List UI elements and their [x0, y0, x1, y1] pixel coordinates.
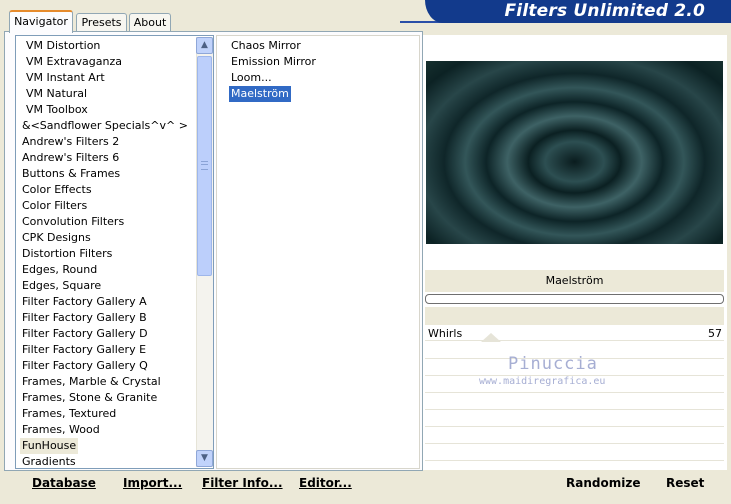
category-item[interactable]: Filter Factory Gallery B — [20, 310, 149, 326]
reset-button[interactable]: Reset — [666, 474, 704, 492]
category-item[interactable]: VM Natural — [24, 86, 89, 102]
filter-list[interactable]: Chaos Mirror Emission Mirror Loom... Maelst… — [216, 35, 420, 469]
tab-about[interactable]: About — [129, 13, 171, 32]
filter-item[interactable]: Loom... — [229, 70, 274, 86]
category-item[interactable]: Color Filters — [20, 198, 89, 214]
category-item[interactable]: Gradients — [20, 454, 78, 468]
watermark-name: Pinuccia — [508, 354, 598, 374]
category-item[interactable]: Distortion Filters — [20, 246, 114, 262]
filter-info-button[interactable]: Filter Info... — [202, 474, 283, 492]
category-item[interactable]: Convolution Filters — [20, 214, 126, 230]
app-title: Filters Unlimited 2.0 — [504, 1, 705, 21]
category-item[interactable]: VM Toolbox — [24, 102, 90, 118]
category-item[interactable]: VM Instant Art — [24, 70, 107, 86]
preview-image — [426, 61, 723, 244]
chevron-down-icon: ▼ — [201, 453, 208, 463]
control-header — [425, 307, 724, 325]
tab-presets[interactable]: Presets — [76, 13, 127, 32]
current-filter-name: Maelström — [425, 270, 724, 292]
slider-slot — [425, 429, 724, 444]
whirls-value[interactable]: 57 — [700, 326, 722, 342]
progress-bar — [425, 294, 724, 304]
category-item[interactable]: Filter Factory Gallery E — [20, 342, 148, 358]
category-item[interactable]: Andrew's Filters 6 — [20, 150, 121, 166]
category-item[interactable]: Frames, Wood — [20, 422, 102, 438]
watermark-url: www.maidiregrafica.eu — [479, 376, 606, 387]
category-item[interactable]: Filter Factory Gallery Q — [20, 358, 150, 374]
category-item[interactable]: Frames, Textured — [20, 406, 118, 422]
scroll-down-button[interactable]: ▼ — [196, 450, 213, 467]
category-item[interactable]: Buttons & Frames — [20, 166, 122, 182]
scroll-up-button[interactable]: ▲ — [196, 37, 213, 54]
scrollbar-thumb[interactable] — [197, 56, 212, 276]
whirls-label: Whirls — [428, 327, 463, 340]
slider-slot — [425, 412, 724, 427]
filter-item[interactable]: Maelström — [229, 86, 291, 102]
slider-slot[interactable] — [425, 326, 724, 341]
editor-button[interactable]: Editor... — [299, 474, 352, 492]
slider-slot — [425, 446, 724, 461]
category-item[interactable]: Frames, Marble & Crystal — [20, 374, 163, 390]
category-item[interactable]: Color Effects — [20, 182, 94, 198]
category-item[interactable]: Filter Factory Gallery A — [20, 294, 149, 310]
category-item[interactable]: VM Distortion — [24, 38, 102, 54]
whirls-slider-thumb[interactable] — [481, 333, 501, 342]
category-item[interactable]: VM Extravaganza — [24, 54, 124, 70]
category-item[interactable]: &<Sandflower Specials^v^ > — [20, 118, 190, 134]
category-item[interactable]: Andrew's Filters 2 — [20, 134, 121, 150]
category-item[interactable]: CPK Designs — [20, 230, 93, 246]
chevron-up-icon: ▲ — [201, 40, 208, 50]
category-item[interactable]: Edges, Square — [20, 278, 103, 294]
database-button[interactable]: Database — [32, 474, 96, 492]
title-banner: Filters Unlimited 2.0 — [425, 0, 731, 23]
category-list[interactable]: VM Distortion VM Extravaganza VM Instant A… — [15, 35, 214, 469]
slider-slot — [425, 395, 724, 410]
grip-icon — [201, 161, 208, 170]
category-item[interactable]: Filter Factory Gallery D — [20, 326, 150, 342]
category-item[interactable]: Edges, Round — [20, 262, 99, 278]
category-item[interactable]: FunHouse — [20, 438, 79, 454]
category-item[interactable]: Frames, Stone & Granite — [20, 390, 159, 406]
import-button[interactable]: Import... — [123, 474, 182, 492]
randomize-button[interactable]: Randomize — [566, 474, 640, 492]
tab-navigator[interactable]: Navigator — [9, 10, 73, 33]
filter-item[interactable]: Chaos Mirror — [229, 38, 303, 54]
filter-item[interactable]: Emission Mirror — [229, 54, 318, 70]
